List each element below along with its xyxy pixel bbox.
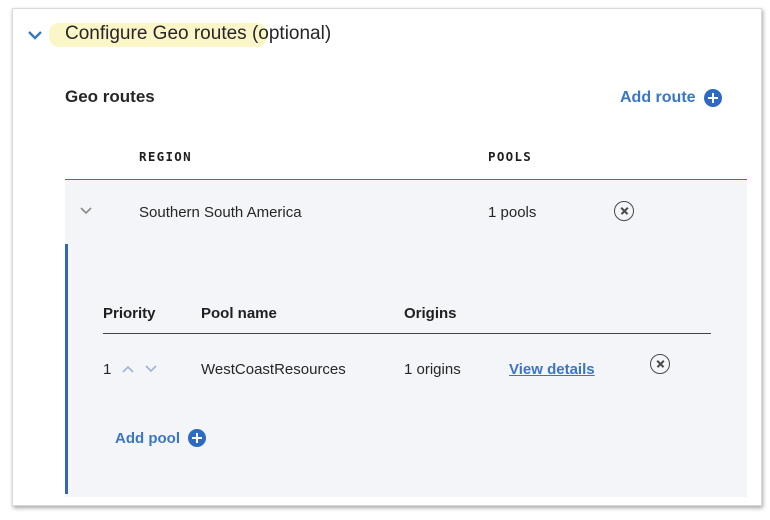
- add-pool-label: Add pool: [115, 429, 180, 447]
- add-pool-button[interactable]: Add pool: [115, 429, 206, 447]
- chevron-down-icon[interactable]: [27, 27, 43, 43]
- add-route-label: Add route: [620, 89, 696, 106]
- route-region-name: Southern South America: [139, 204, 302, 221]
- column-header-region: REGION: [139, 149, 192, 164]
- plus-circle-icon: [703, 89, 722, 107]
- pool-table-divider: [103, 333, 711, 334]
- pool-name-value: WestCoastResources: [201, 361, 346, 378]
- chevron-up-icon[interactable]: [122, 365, 134, 373]
- column-header-pools: POOLS: [488, 149, 533, 164]
- geo-routes-heading: Geo routes: [65, 87, 155, 106]
- pool-priority-value: 1: [103, 361, 112, 378]
- plus-circle-icon: [187, 429, 206, 447]
- route-pool-count: 1 pools: [488, 204, 537, 221]
- section-title-text: Configure Geo routes: [65, 23, 247, 44]
- chevron-down-icon[interactable]: [145, 365, 157, 373]
- section-title-optional: (optional): [251, 23, 332, 44]
- pool-column-priority: Priority: [103, 305, 156, 322]
- geo-routes-card: Configure Geo routes (optional) Geo rout…: [12, 8, 762, 506]
- add-route-button[interactable]: Add route: [620, 89, 722, 107]
- pool-column-origins: Origins: [404, 305, 457, 322]
- expanded-indicator-bar: [65, 244, 68, 494]
- chevron-down-icon[interactable]: [79, 205, 93, 217]
- pool-origins-value: 1 origins: [404, 361, 461, 378]
- view-details-link[interactable]: View details: [509, 361, 595, 378]
- close-circle-icon[interactable]: [650, 354, 670, 374]
- pool-column-name: Pool name: [201, 305, 277, 322]
- route-row-expanded: [65, 179, 747, 497]
- close-circle-icon[interactable]: [614, 201, 634, 221]
- section-title[interactable]: Configure Geo routes (optional): [65, 23, 331, 45]
